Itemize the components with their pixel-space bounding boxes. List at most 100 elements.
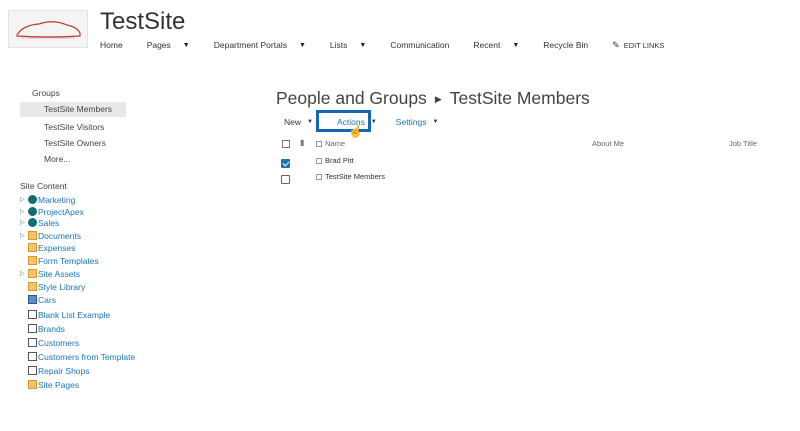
site-content-label: Site Pages (38, 379, 80, 390)
list-icon (28, 310, 37, 319)
site-content-item[interactable]: Style Library (20, 280, 85, 293)
member-name-link[interactable]: Brad Pitt (325, 156, 354, 165)
site-content-label: Brands (38, 323, 65, 334)
member-name-link[interactable]: TestSite Members (325, 172, 385, 181)
site-content-item[interactable]: ▷ Site Assets (20, 267, 80, 280)
library-icon (28, 256, 37, 265)
site-content-label: Style Library (38, 281, 86, 292)
chevron-down-icon: ▼ (512, 41, 520, 49)
group-item[interactable]: TestSite Owners (20, 136, 126, 151)
groups-heading[interactable]: Groups (32, 88, 60, 98)
chevron-down-icon: ▼ (359, 41, 367, 49)
hand-cursor-icon: ☝ (348, 124, 363, 138)
new-label: New (284, 117, 302, 127)
nav-item-label: Recycle Bin (543, 40, 589, 50)
list-icon (28, 324, 37, 333)
site-content-heading[interactable]: Site Content (20, 181, 67, 191)
item-checkbox-icon (316, 158, 322, 164)
chevron-down-icon: ▼ (432, 119, 439, 125)
site-content-label: Form Templates (38, 255, 99, 266)
library-icon (28, 231, 37, 240)
group-item[interactable]: TestSite Visitors (20, 120, 126, 135)
car-logo-icon (16, 21, 81, 39)
site-content-item[interactable]: ▷ Sales (20, 216, 59, 229)
group-item[interactable]: TestSite Members (20, 102, 126, 117)
nav-item-label: Pages (146, 40, 171, 50)
name-column-header[interactable]: Name (325, 139, 345, 148)
subsite-icon (28, 218, 37, 227)
top-navigation: Home Pages ▼ Department Portals ▼ Lists ▼ Commu… (100, 37, 664, 53)
item-checkbox-icon (316, 174, 322, 180)
nav-item-label: Department Portals (213, 40, 287, 50)
site-title[interactable]: TestSite (100, 8, 185, 36)
nav-item-department-portals[interactable]: Department Portals ▼ (214, 40, 306, 50)
table-row[interactable]: TestSite Members (281, 172, 800, 186)
nav-item-home[interactable]: Home (100, 40, 123, 50)
site-content-item[interactable]: Customers (20, 336, 79, 349)
expand-icon[interactable]: ▷ (20, 196, 28, 203)
site-content-item[interactable]: Expenses (20, 241, 75, 254)
site-content-label: Marketing (38, 194, 76, 205)
list-icon (28, 366, 37, 375)
breadcrumb-separator-icon: ▶ (434, 94, 442, 104)
nav-item-label: Lists (329, 40, 348, 50)
nav-item-recent[interactable]: Recent ▼ (473, 40, 519, 50)
table-row[interactable]: Brad Pitt (281, 156, 800, 170)
site-content-label: Customers from Template (38, 351, 136, 362)
site-content-label: ProjectApex (38, 206, 84, 217)
site-content-label: Documents (38, 230, 81, 241)
job-title-column-header[interactable]: Job Title (729, 139, 757, 148)
site-content-item[interactable]: Site Pages (20, 378, 79, 391)
edit-links-button[interactable]: ✎ EDIT LINKS (612, 40, 664, 51)
attachment-icon: ▮ (300, 138, 305, 147)
nav-item-label: Recent (473, 40, 501, 50)
nav-item-pages[interactable]: Pages ▼ (147, 40, 190, 50)
picture-library-icon (28, 295, 37, 304)
list-icon (28, 352, 37, 361)
site-content-item[interactable]: Repair Shops (20, 364, 90, 377)
row-checkbox[interactable] (281, 175, 290, 184)
site-content-label: Cars (38, 294, 56, 305)
expand-icon[interactable]: ▷ (20, 208, 28, 215)
site-content-item[interactable]: Brands (20, 322, 65, 335)
expand-icon[interactable]: ▷ (20, 270, 28, 277)
chevron-down-icon: ▼ (298, 41, 306, 49)
column-checkbox-icon (316, 141, 322, 147)
pencil-icon: ✎ (612, 39, 620, 50)
chevron-down-icon: ▼ (370, 119, 377, 125)
expand-icon[interactable]: ▷ (20, 219, 28, 226)
breadcrumb-current: TestSite Members (449, 88, 590, 108)
group-item[interactable]: More... (20, 152, 126, 167)
expand-icon[interactable]: ▷ (20, 232, 28, 239)
breadcrumb-root[interactable]: People and Groups (276, 88, 427, 108)
settings-label: Settings (395, 117, 427, 127)
select-all-icon[interactable] (282, 140, 290, 148)
site-content-label: Repair Shops (38, 365, 90, 376)
site-content-label: Blank List Example (38, 309, 111, 320)
site-content-item[interactable]: Blank List Example (20, 308, 110, 321)
site-content-item[interactable]: Form Templates (20, 254, 99, 267)
library-icon (28, 269, 37, 278)
chevron-down-icon: ▼ (307, 119, 313, 125)
settings-menu-button[interactable]: Settings ▼ (396, 117, 439, 127)
nav-item-communication[interactable]: Communication (390, 40, 449, 50)
library-icon (28, 282, 37, 291)
site-content-label: Customers (38, 337, 80, 348)
chevron-down-icon: ▼ (182, 41, 190, 49)
nav-item-recycle-bin[interactable]: Recycle Bin (543, 40, 588, 50)
page-title: People and Groups ▶ TestSite Members (276, 88, 590, 109)
library-icon (28, 380, 37, 389)
nav-item-lists[interactable]: Lists ▼ (330, 40, 366, 50)
subsite-icon (28, 195, 37, 204)
about-me-column-header[interactable]: About Me (592, 139, 624, 148)
edit-links-label: EDIT LINKS (623, 40, 665, 50)
site-content-label: Expenses (38, 242, 76, 253)
row-checkbox[interactable] (281, 159, 290, 168)
site-content-item[interactable]: Cars (20, 293, 56, 306)
nav-item-label: Communication (390, 40, 450, 50)
site-content-label: Site Assets (38, 268, 81, 279)
site-content-item[interactable]: Customers from Template (20, 350, 135, 363)
subsite-icon (28, 207, 37, 216)
site-logo[interactable] (8, 10, 88, 48)
new-menu-button[interactable]: New ▼ (284, 117, 313, 127)
